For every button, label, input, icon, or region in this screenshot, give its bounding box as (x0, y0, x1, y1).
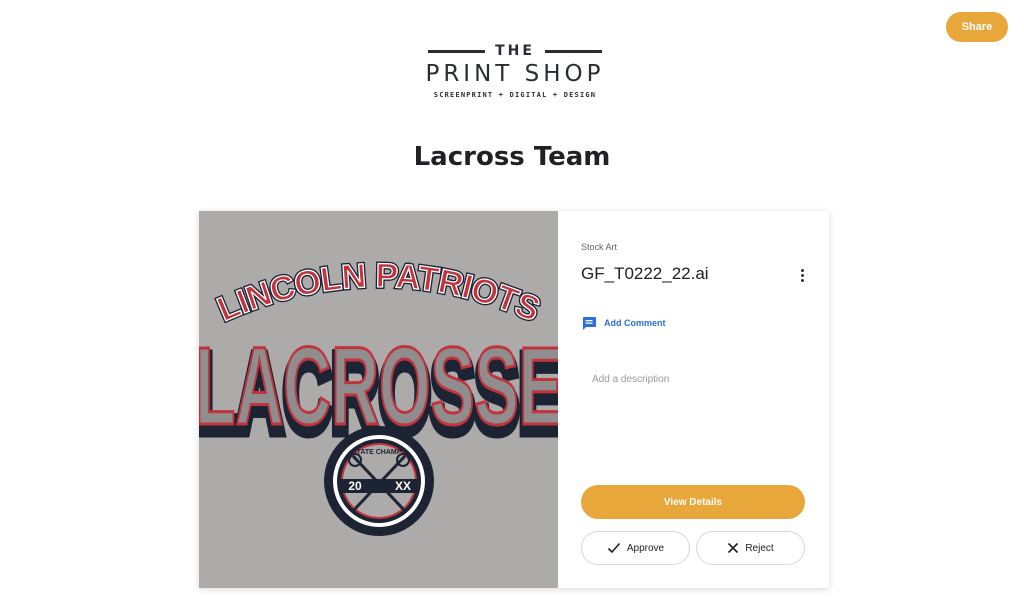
logo-rule-left (428, 49, 486, 53)
art-line1: LINCOLN PATRIOTS (212, 257, 545, 329)
category-label: Stock Art (581, 242, 618, 252)
add-comment-button[interactable]: Add Comment (581, 315, 666, 331)
reject-label: Reject (745, 542, 774, 554)
state-champs-badge: STATE CHAMPS 20 XX (324, 426, 434, 536)
comment-icon (583, 317, 596, 330)
artwork-image: LINCOLN PATRIOTS LINCOLN PATRIOTS LACROS… (199, 255, 558, 536)
logo-tagline: SCREENPRINT + DIGITAL + DESIGN (433, 91, 597, 99)
badge-right-text: XX (395, 479, 411, 493)
reject-button[interactable]: Reject (696, 531, 805, 565)
page-title: Lacross Team (413, 142, 611, 172)
close-icon (728, 542, 739, 554)
print-shop-logo: THE PRINT SHOP SCREENPRINT + DIGITAL + D… (410, 43, 620, 113)
share-button[interactable]: Share (946, 12, 1008, 42)
logo-top-row: THE (410, 43, 620, 59)
logo-rule-right (544, 49, 602, 53)
file-name: GF_T0222_22.ai (581, 264, 709, 283)
artwork-preview[interactable]: LINCOLN PATRIOTS LINCOLN PATRIOTS LACROS… (199, 211, 558, 588)
details-panel: Stock Art GF_T0222_22.ai Add Comment Vie… (558, 211, 829, 588)
approve-label: Approve (626, 542, 665, 554)
logo-main-text: PRINT SHOP (425, 61, 605, 87)
artwork-card: LINCOLN PATRIOTS LINCOLN PATRIOTS LACROS… (199, 211, 829, 588)
add-comment-label: Add Comment (604, 318, 666, 328)
approve-button[interactable]: Approve (581, 531, 690, 565)
badge-left-text: 20 (348, 479, 362, 493)
badge-top-text: STATE CHAMPS (352, 449, 407, 456)
more-vertical-icon[interactable] (794, 265, 810, 285)
view-details-button[interactable]: View Details (581, 485, 805, 519)
description-input[interactable] (592, 374, 802, 385)
check-icon (607, 542, 620, 554)
logo-the-text: THE (495, 43, 535, 59)
